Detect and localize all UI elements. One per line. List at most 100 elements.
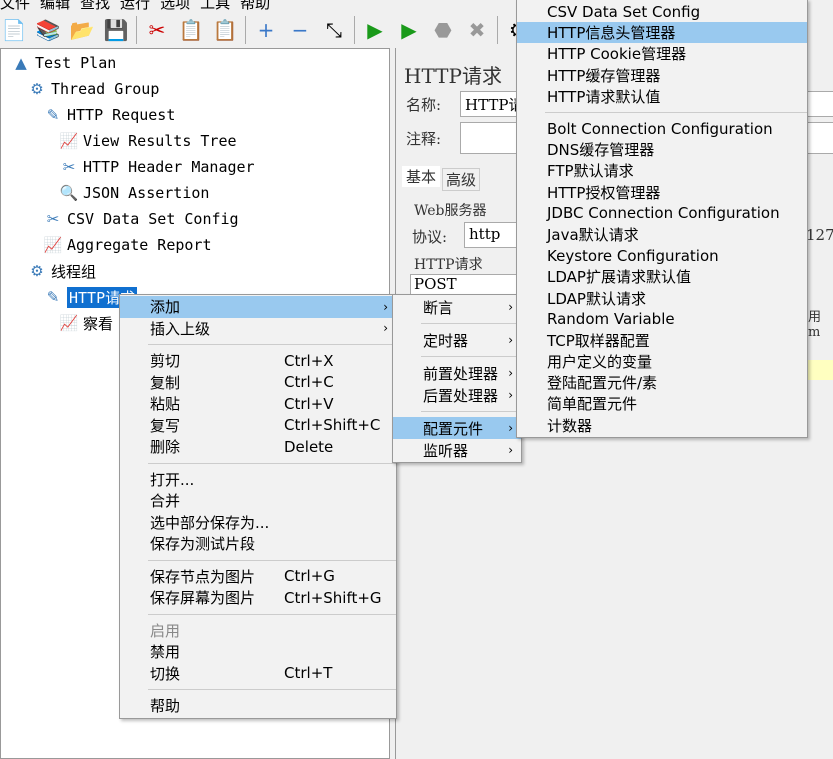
menu-item[interactable]: 合并 [120,490,396,512]
tree-node[interactable]: 📈 Aggregate Report [43,233,212,257]
menu-item[interactable]: TCP取样器配置 [517,330,807,351]
tree-node[interactable]: 🔍 JSON Assertion [59,181,210,205]
menu-separator [148,613,396,615]
copy-button[interactable]: 📋 [177,16,205,44]
toggle-button[interactable]: ⤡ [320,16,348,44]
menu-item[interactable]: DNS缓存管理器 [517,139,807,160]
menu-separator [148,462,396,464]
cut-button[interactable]: ✂ [143,16,171,44]
method-select[interactable]: POST [410,274,520,296]
tree-node[interactable]: ▲ Test Plan [11,51,116,75]
tree-node[interactable]: 📈 View Results Tree [59,129,237,153]
menu-item-label: HTTP缓存管理器 [547,66,661,85]
start-no-pause-icon: ▶ [401,18,417,42]
menu-4[interactable]: 选项 [160,0,190,12]
menu-item-label: 计数器 [547,416,593,435]
shutdown-icon: ✖ [468,18,486,42]
menu-item[interactable]: 启用 [120,620,396,642]
menu-item[interactable]: 前置处理器 › [393,362,521,384]
tree-node[interactable]: ✂ HTTP Header Manager [59,155,255,179]
open-button[interactable]: 📂 [68,16,96,44]
menu-item[interactable]: 粘贴 Ctrl+V [120,393,396,415]
menu-item[interactable]: 登陆配置元件/素 [517,372,807,393]
menu-item[interactable]: Random Variable [517,309,807,330]
menu-item[interactable]: 计数器 [517,415,807,436]
menu-item[interactable]: CSV Data Set Config [517,1,807,22]
menu-item[interactable]: JDBC Connection Configuration [517,203,807,224]
menu-item[interactable]: HTTP缓存管理器 [517,65,807,86]
tree-node[interactable]: ⚙ Thread Group [27,77,159,101]
menu-item[interactable]: 禁用 [120,641,396,663]
templates-button[interactable]: 📚 [34,16,62,44]
menu-item[interactable]: 监听器 › [393,439,521,461]
menu-item[interactable]: Keystore Configuration [517,245,807,266]
menu-item[interactable]: HTTP信息头管理器 [517,22,807,44]
menu-item[interactable]: 配置元件 › [393,417,521,439]
menu-item-label: 禁用 [150,643,181,662]
menu-item[interactable]: 保存屏幕为图片 Ctrl+Shift+G [120,587,396,609]
menu-6[interactable]: 帮助 [240,0,270,12]
menu-item-label: 配置元件 [423,419,484,438]
menu-item[interactable]: 用户定义的变量 [517,351,807,372]
menu-item[interactable]: 定时器 › [393,329,521,351]
menu-item[interactable]: 帮助 [120,695,396,717]
menu-item[interactable]: 切换 Ctrl+T [120,663,396,685]
shortcut: Ctrl+V [284,394,334,413]
menu-item[interactable]: 打开... [120,469,396,491]
expand-button[interactable]: + [252,16,280,44]
tree-node[interactable]: ⚙ 线程组 [27,259,96,283]
menu-item[interactable]: HTTP请求默认值 [517,86,807,107]
menu-5[interactable]: 工具 [200,0,230,12]
menu-2[interactable]: 查找 [80,0,110,12]
menu-item[interactable]: 后置处理器 › [393,384,521,406]
menu-item[interactable]: HTTP授权管理器 [517,182,807,203]
menu-item[interactable]: 保存节点为图片 Ctrl+G [120,566,396,588]
menu-3[interactable]: 运行 [120,0,150,12]
new-button[interactable]: 📄 [0,16,28,44]
chevron-right-icon: › [383,299,388,314]
menu-item[interactable]: LDAP扩展请求默认值 [517,266,807,287]
toolbar-separator [497,16,498,44]
start-no-pause-button[interactable]: ▶ [395,16,423,44]
menu-item[interactable]: 选中部分保存为... [120,512,396,534]
start-button[interactable]: ▶ [361,16,389,44]
tab-advanced[interactable]: 高级 [442,168,481,191]
sampler-icon: ✎ [46,106,60,124]
menu-item[interactable]: 删除 Delete [120,436,396,458]
menu-item[interactable]: 复制 Ctrl+C [120,372,396,394]
protocol-input[interactable]: http [464,222,524,248]
tree-node[interactable]: 📈 察看 [59,311,113,335]
menu-item-label: LDAP扩展请求默认值 [547,268,691,287]
menu-item[interactable]: 插入上级 › [120,318,396,340]
menu-item[interactable]: Bolt Connection Configuration [517,118,807,139]
menu-item-label: 前置处理器 [423,364,499,383]
menu-item-label: 复制 [150,373,181,392]
menu-item-label: 打开... [150,470,195,489]
save-icon: 💾 [103,18,129,42]
menu-item[interactable]: LDAP默认请求 [517,287,807,308]
menu-item[interactable]: 断言 › [393,296,521,318]
server-input-partial[interactable]: 127. [806,226,833,244]
new-icon: 📄 [1,18,27,42]
tree-node-label: JSON Assertion [83,184,210,202]
menu-item[interactable]: 简单配置元件 [517,393,807,414]
tab-basic[interactable]: 基本 [402,166,441,187]
menu-item[interactable]: 保存为测试片段 [120,533,396,555]
tree-node[interactable]: ✎ HTTP Request [43,103,176,127]
shortcut: Ctrl+Shift+C [284,416,381,435]
menu-item-label: 保存屏幕为图片 [150,589,256,608]
save-button[interactable]: 💾 [102,16,130,44]
menu-item[interactable]: 复写 Ctrl+Shift+C [120,415,396,437]
shutdown-button[interactable]: ✖ [463,16,491,44]
menu-item[interactable]: FTP默认请求 [517,160,807,181]
menu-1[interactable]: 编辑 [40,0,70,12]
tree-node[interactable]: ✂ CSV Data Set Config [43,207,239,231]
menu-item[interactable]: 剪切 Ctrl+X [120,350,396,372]
collapse-button[interactable]: − [286,16,314,44]
menu-item[interactable]: HTTP Cookie管理器 [517,43,807,64]
paste-button[interactable]: 📋 [211,16,239,44]
menu-item[interactable]: 添加 › [120,296,396,318]
menu-item[interactable]: Java默认请求 [517,224,807,245]
menu-0[interactable]: 文件 [0,0,30,12]
stop-button[interactable]: ⬣ [429,16,457,44]
